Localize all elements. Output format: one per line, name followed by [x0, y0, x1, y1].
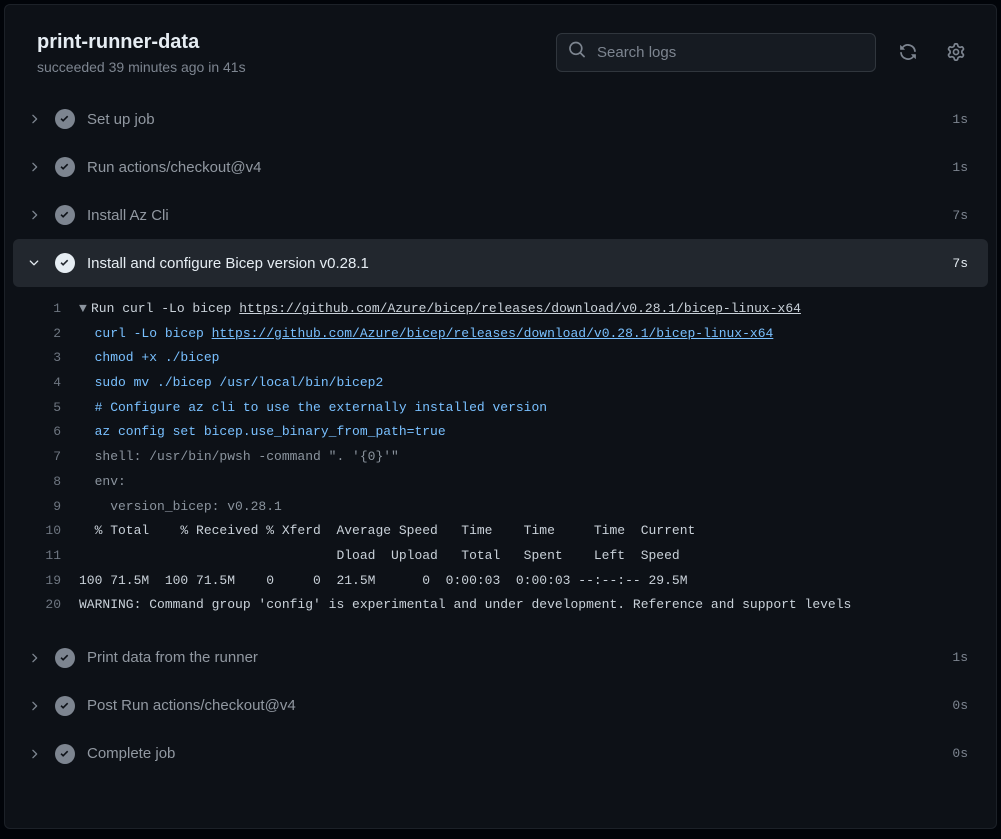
log-text: curl -Lo bicep https://github.com/Azure/…	[79, 322, 773, 347]
log-line: 10 % Total % Received % Xferd Average Sp…	[33, 519, 968, 544]
log-line: 2 curl -Lo bicep https://github.com/Azur…	[33, 322, 968, 347]
log-text: az config set bicep.use_binary_from_path…	[79, 420, 446, 445]
chevron-right-icon	[25, 158, 43, 176]
log-text: chmod +x ./bicep	[79, 346, 219, 371]
step-duration: 7s	[952, 256, 968, 271]
log-line: 6 az config set bicep.use_binary_from_pa…	[33, 420, 968, 445]
job-panel: print-runner-data succeeded 39 minutes a…	[4, 4, 997, 829]
line-number: 10	[33, 519, 79, 544]
line-number: 2	[33, 322, 79, 347]
chevron-down-icon	[25, 254, 43, 272]
chevron-right-icon	[25, 206, 43, 224]
check-circle-icon	[55, 109, 75, 129]
step-label: Complete job	[87, 745, 940, 762]
check-circle-icon	[55, 744, 75, 764]
log-text: shell: /usr/bin/pwsh -command ". '{0}'"	[79, 445, 399, 470]
chevron-right-icon	[25, 649, 43, 667]
step-list: Set up job 1s Run actions/checkout@v4 1s…	[5, 91, 996, 786]
log-line: 3 chmod +x ./bicep	[33, 346, 968, 371]
log-text: Dload Upload Total Spent Left Speed	[79, 544, 680, 569]
check-circle-icon	[55, 157, 75, 177]
triangle-down-icon[interactable]: ▼	[79, 297, 91, 322]
step-set-up-job[interactable]: Set up job 1s	[13, 95, 988, 143]
bicep-url-link[interactable]: https://github.com/Azure/bicep/releases/…	[212, 326, 774, 341]
step-install-bicep[interactable]: Install and configure Bicep version v0.2…	[13, 239, 988, 287]
log-text: WARNING: Command group 'config' is exper…	[79, 593, 851, 618]
line-number: 19	[33, 569, 79, 594]
step-duration: 1s	[952, 650, 968, 665]
log-line: 5 # Configure az cli to use the external…	[33, 396, 968, 421]
chevron-right-icon	[25, 110, 43, 128]
step-label: Install and configure Bicep version v0.2…	[87, 255, 940, 272]
line-number: 20	[33, 593, 79, 618]
log-line: 7 shell: /usr/bin/pwsh -command ". '{0}'…	[33, 445, 968, 470]
search-wrap	[556, 33, 876, 72]
line-number: 8	[33, 470, 79, 495]
line-number: 4	[33, 371, 79, 396]
log-text: % Total % Received % Xferd Average Speed…	[79, 519, 695, 544]
chevron-right-icon	[25, 697, 43, 715]
step-label: Run actions/checkout@v4	[87, 159, 940, 176]
log-text: version_bicep: v0.28.1	[79, 495, 282, 520]
line-number: 5	[33, 396, 79, 421]
step-duration: 7s	[952, 208, 968, 223]
line-number: 6	[33, 420, 79, 445]
panel-header: print-runner-data succeeded 39 minutes a…	[5, 5, 996, 91]
title-block: print-runner-data succeeded 39 minutes a…	[37, 29, 540, 75]
sync-icon	[899, 43, 917, 61]
step-label: Install Az Cli	[87, 207, 940, 224]
refresh-button[interactable]	[892, 36, 924, 68]
check-circle-icon	[55, 648, 75, 668]
log-line: 8 env:	[33, 470, 968, 495]
check-circle-icon	[55, 205, 75, 225]
line-number: 7	[33, 445, 79, 470]
log-line: 4 sudo mv ./bicep /usr/local/bin/bicep2	[33, 371, 968, 396]
line-number: 9	[33, 495, 79, 520]
log-line: 9 version_bicep: v0.28.1	[33, 495, 968, 520]
log-text: # Configure az cli to use the externally…	[79, 396, 547, 421]
log-line: 1▼Run curl -Lo bicep https://github.com/…	[33, 297, 968, 322]
step-label: Print data from the runner	[87, 649, 940, 666]
log-text: ▼Run curl -Lo bicep https://github.com/A…	[79, 297, 801, 322]
log-text: env:	[79, 470, 126, 495]
settings-button[interactable]	[940, 36, 972, 68]
log-line: 19100 71.5M 100 71.5M 0 0 21.5M 0 0:00:0…	[33, 569, 968, 594]
step-duration: 0s	[952, 698, 968, 713]
log-line: 20WARNING: Command group 'config' is exp…	[33, 593, 968, 618]
bicep-url-link[interactable]: https://github.com/Azure/bicep/releases/…	[239, 301, 801, 316]
gear-icon	[947, 43, 965, 61]
step-print-data[interactable]: Print data from the runner 1s	[13, 634, 988, 682]
log-text: 100 71.5M 100 71.5M 0 0 21.5M 0 0:00:03 …	[79, 569, 688, 594]
step-duration: 0s	[952, 746, 968, 761]
search-input[interactable]	[556, 33, 876, 72]
step-complete-job[interactable]: Complete job 0s	[13, 730, 988, 778]
page-subtitle: succeeded 39 minutes ago in 41s	[37, 59, 540, 75]
step-post-checkout[interactable]: Post Run actions/checkout@v4 0s	[13, 682, 988, 730]
step-checkout[interactable]: Run actions/checkout@v4 1s	[13, 143, 988, 191]
log-line: 11 Dload Upload Total Spent Left Speed	[33, 544, 968, 569]
line-number: 11	[33, 544, 79, 569]
chevron-right-icon	[25, 745, 43, 763]
check-circle-icon	[55, 253, 75, 273]
step-duration: 1s	[952, 160, 968, 175]
line-number: 3	[33, 346, 79, 371]
log-text: sudo mv ./bicep /usr/local/bin/bicep2	[79, 371, 383, 396]
check-circle-icon	[55, 696, 75, 716]
log-output: 1▼Run curl -Lo bicep https://github.com/…	[13, 287, 988, 634]
step-duration: 1s	[952, 112, 968, 127]
step-label: Set up job	[87, 111, 940, 128]
step-install-az-cli[interactable]: Install Az Cli 7s	[13, 191, 988, 239]
step-label: Post Run actions/checkout@v4	[87, 697, 940, 714]
line-number: 1	[33, 297, 79, 322]
page-title: print-runner-data	[37, 29, 540, 55]
